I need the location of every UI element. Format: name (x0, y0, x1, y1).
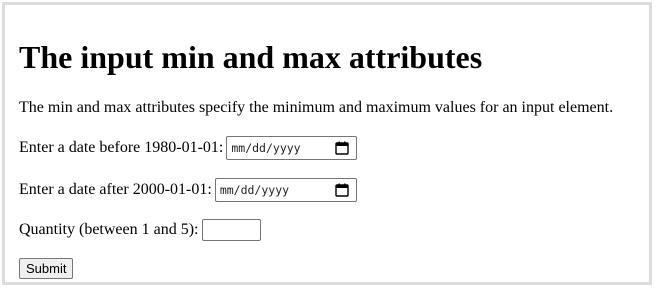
page-frame: The input min and max attributes The min… (2, 2, 652, 285)
date-before-placeholder: mm/dd/yyyy (231, 141, 301, 155)
quantity-row: Quantity (between 1 and 5): (19, 219, 261, 241)
calendar-icon[interactable] (335, 141, 350, 155)
intro-text: The min and max attributes specify the m… (19, 99, 614, 116)
quantity-input[interactable] (201, 219, 261, 241)
date-after-input[interactable]: mm/dd/yyyy (214, 178, 357, 202)
date-after-placeholder: mm/dd/yyyy (219, 183, 290, 197)
page-title: The input min and max attributes (19, 39, 483, 75)
date-after-row: Enter a date after 2000-01-01: mm/dd/yyy… (19, 178, 357, 202)
calendar-icon[interactable] (335, 183, 349, 197)
date-before-row: Enter a date before 1980-01-01: mm/dd/yy… (19, 136, 358, 160)
submit-row: Submit (19, 258, 74, 279)
quantity-label: Quantity (between 1 and 5): (19, 221, 199, 238)
date-after-label: Enter a date after 2000-01-01: (19, 181, 212, 198)
submit-button[interactable]: Submit (19, 258, 74, 279)
date-before-label: Enter a date before 1980-01-01: (19, 139, 224, 156)
date-before-input[interactable]: mm/dd/yyyy (226, 136, 358, 160)
